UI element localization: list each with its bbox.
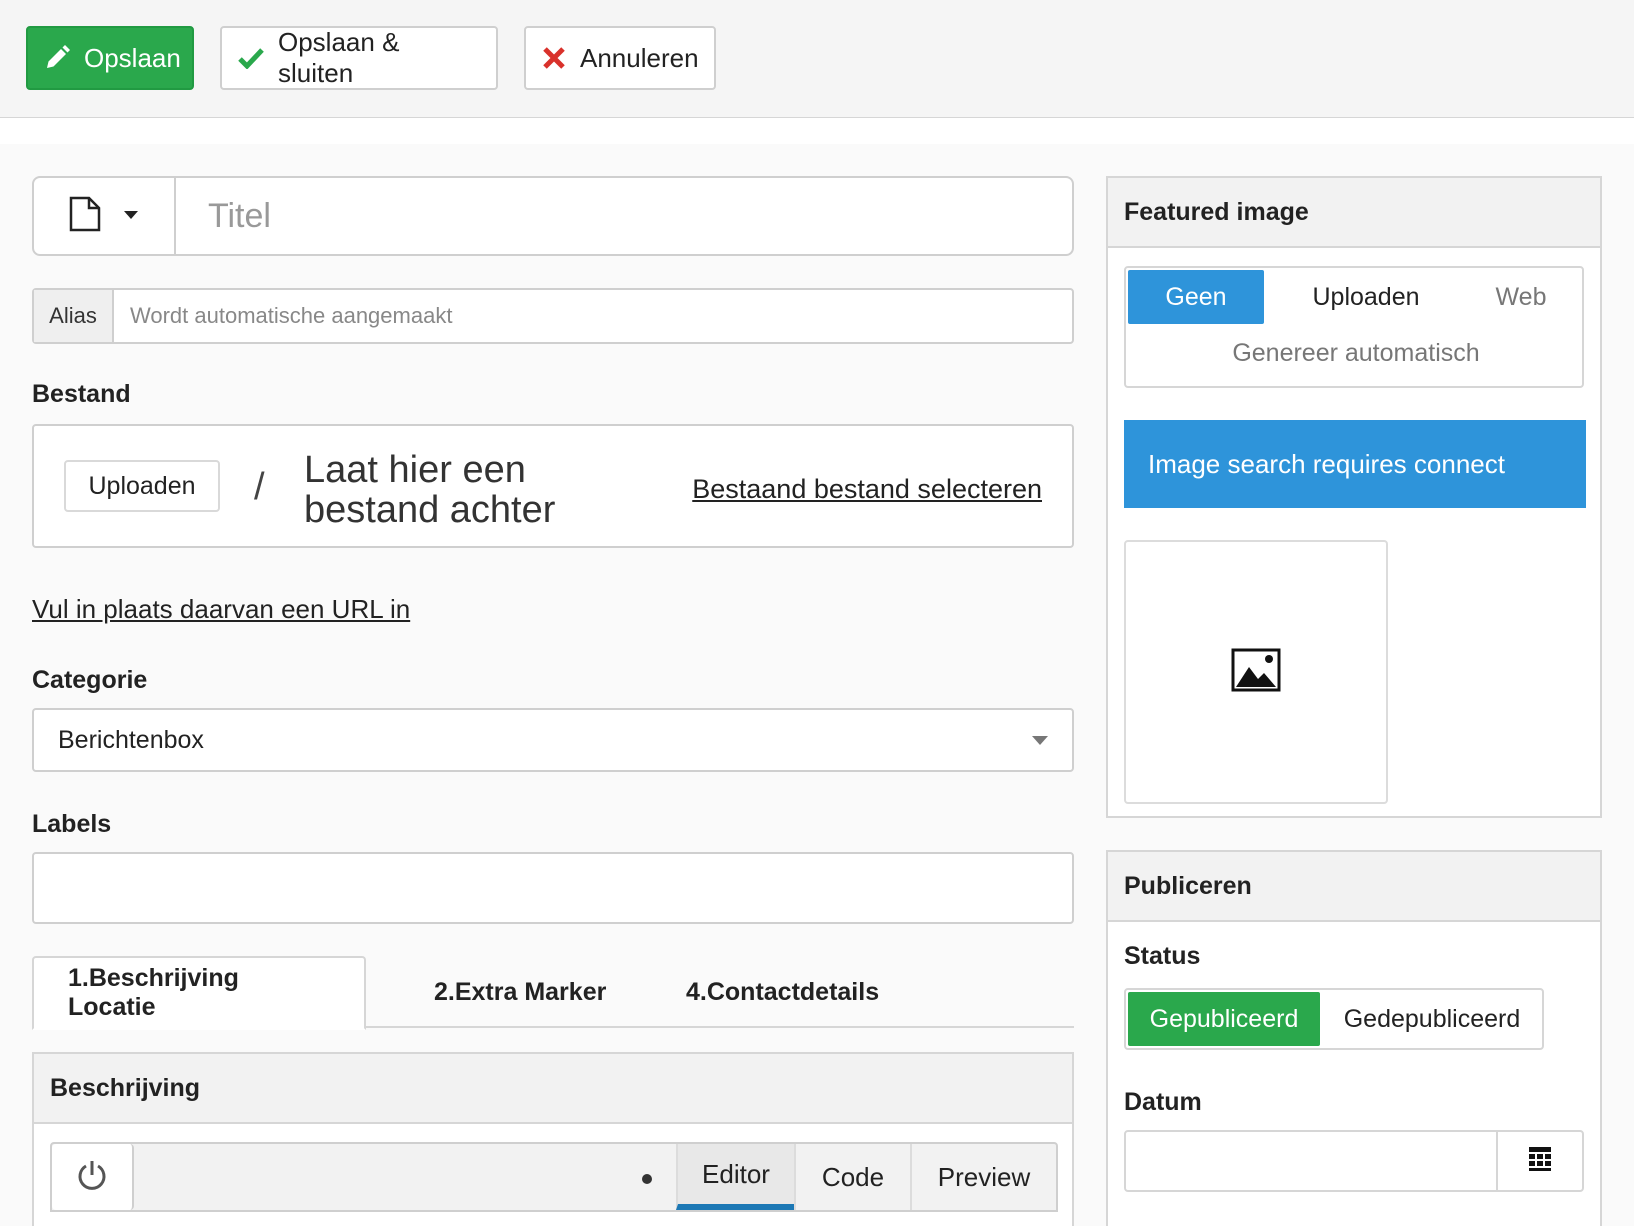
alias-label: Alias — [34, 290, 114, 342]
image-icon — [1231, 648, 1281, 697]
description-panel: Beschrijving Editor Code Preview — [32, 1052, 1074, 1226]
status-unpublished-option[interactable]: Gedepubliceerd — [1322, 992, 1542, 1046]
category-label: Categorie — [32, 666, 148, 694]
image-source-selector: Geen Uploaden Web Genereer automatisch — [1124, 266, 1584, 388]
alias-input[interactable]: Wordt automatische aangemaakt — [114, 290, 1072, 342]
image-source-upload[interactable]: Uploaden — [1296, 270, 1436, 324]
cancel-button-label: Annuleren — [580, 42, 699, 73]
image-source-web[interactable]: Web — [1466, 270, 1576, 324]
description-heading: Beschrijving — [34, 1054, 1072, 1124]
featured-image-heading: Featured image — [1108, 178, 1600, 248]
category-value: Berichtenbox — [58, 725, 204, 754]
save-button-label: Opslaan — [84, 42, 181, 73]
status-toggle: Gepubliceerd Gedepubliceerd — [1124, 988, 1544, 1050]
cancel-button[interactable]: Annuleren — [524, 26, 716, 90]
image-preview — [1124, 540, 1388, 804]
file-label: Bestand — [32, 380, 131, 408]
toolbar-spacer — [0, 118, 1634, 144]
title-group: Titel — [32, 176, 1074, 256]
image-source-generate[interactable]: Genereer automatisch — [1126, 326, 1586, 380]
file-dropzone[interactable]: Uploaden / Laat hier een bestand achter … — [32, 424, 1074, 548]
select-existing-file-link[interactable]: Bestaand bestand selecteren — [692, 474, 1042, 505]
editor-tab-editor[interactable]: Editor — [676, 1144, 794, 1210]
power-icon — [76, 1159, 108, 1196]
file-upload-button[interactable]: Uploaden — [64, 460, 220, 512]
image-search-notice: Image search requires connect — [1124, 420, 1586, 508]
date-label: Datum — [1124, 1088, 1202, 1116]
labels-label: Labels — [32, 810, 112, 838]
publish-heading: Publiceren — [1108, 852, 1600, 922]
save-button[interactable]: Opslaan — [26, 26, 194, 90]
tab-contactdetails[interactable]: 4.Contactdetails — [652, 956, 913, 1028]
close-icon — [542, 46, 566, 70]
editor-toggle-button[interactable] — [52, 1144, 134, 1210]
caret-down-icon — [123, 207, 139, 225]
featured-image-panel: Featured image Geen Uploaden Web Generee… — [1106, 176, 1602, 818]
image-source-none[interactable]: Geen — [1128, 270, 1264, 324]
calendar-icon — [1528, 1146, 1552, 1177]
save-close-button-label: Opslaan & sluiten — [278, 27, 400, 88]
editor-tab-preview[interactable]: Preview — [910, 1144, 1056, 1210]
status-label: Status — [1124, 942, 1201, 970]
alias-group: Alias Wordt automatische aangemaakt — [32, 288, 1074, 344]
file-separator: / — [254, 466, 265, 508]
date-field[interactable] — [1124, 1130, 1584, 1192]
pencil-icon — [44, 45, 70, 71]
status-published-option[interactable]: Gepubliceerd — [1128, 992, 1320, 1046]
toolbar-dot — [642, 1174, 652, 1184]
chevron-down-icon — [1032, 736, 1048, 745]
tab-beschrijving-locatie[interactable]: 1.Beschrijving Locatie — [32, 956, 366, 1030]
content-type-dropdown[interactable] — [34, 178, 176, 254]
editor-toolbar: Editor Code Preview — [50, 1142, 1058, 1212]
content-tabs: 1.Beschrijving Locatie 2.Extra Marker 4.… — [32, 956, 1074, 1030]
save-close-button[interactable]: Opslaan & sluiten — [220, 26, 498, 90]
file-drop-text: Laat hier een bestand achter — [304, 449, 556, 531]
enter-url-link[interactable]: Vul in plaats daarvan een URL in — [32, 594, 410, 625]
document-icon — [69, 196, 101, 237]
labels-input[interactable] — [32, 852, 1074, 924]
title-input[interactable]: Titel — [176, 178, 1072, 254]
category-select[interactable]: Berichtenbox — [32, 708, 1074, 772]
publish-panel: Publiceren Status Gepubliceerd Gedepubli… — [1106, 850, 1602, 1226]
editor-tab-code[interactable]: Code — [794, 1144, 910, 1210]
toolbar: Opslaan Opslaan & sluiten Annuleren — [0, 0, 1634, 118]
calendar-button[interactable] — [1496, 1132, 1582, 1190]
tab-extra-marker[interactable]: 2.Extra Marker — [400, 956, 640, 1028]
check-icon — [238, 47, 264, 69]
